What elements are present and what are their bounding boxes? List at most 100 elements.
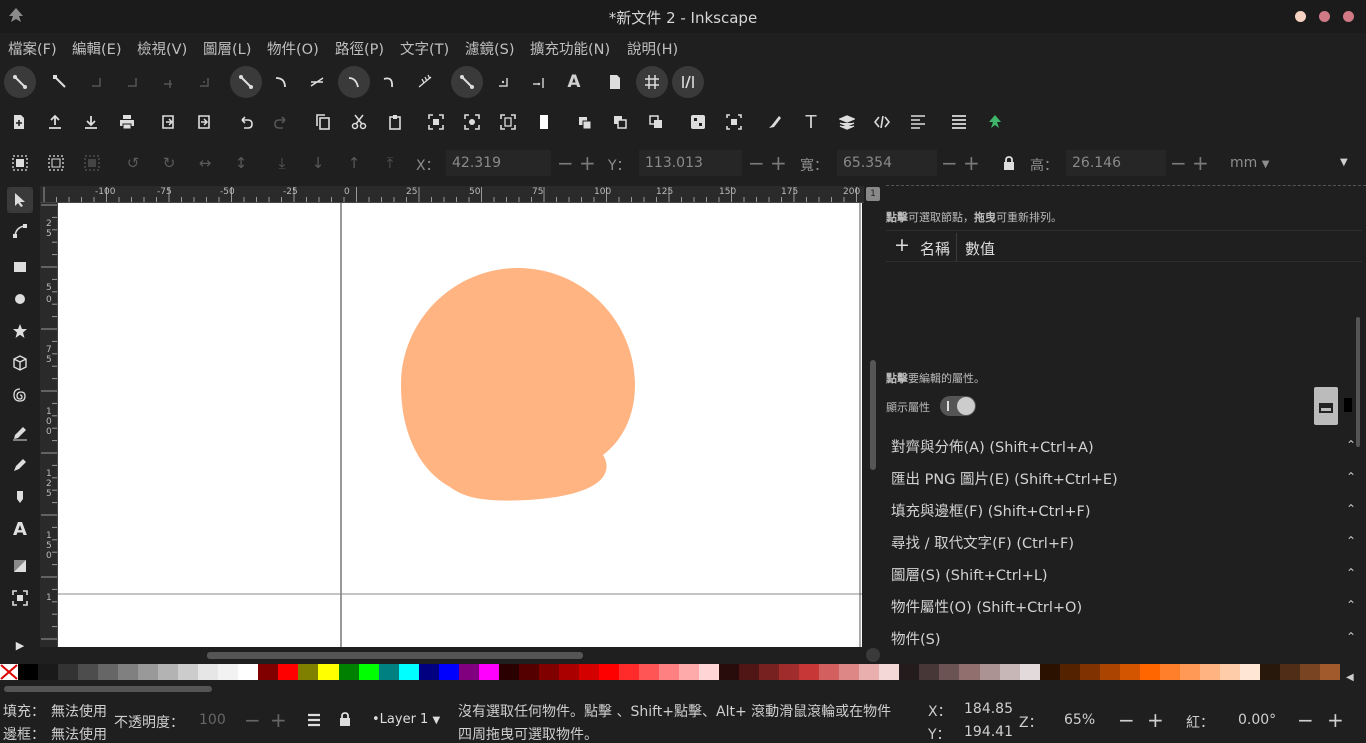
color-swatch[interactable] xyxy=(799,664,820,680)
snap-bbox-midpoint-icon[interactable] xyxy=(155,69,181,95)
snap-cusp-icon[interactable] xyxy=(338,66,370,98)
zoom-tool-icon[interactable] xyxy=(7,585,33,611)
color-swatch[interactable] xyxy=(478,664,499,680)
x-input[interactable] xyxy=(446,150,551,176)
paste-icon[interactable] xyxy=(382,109,408,135)
menu-edit[interactable]: 編輯(E) xyxy=(72,38,121,59)
color-swatch[interactable] xyxy=(358,664,379,680)
horizontal-scrollbar[interactable] xyxy=(207,652,583,659)
color-swatch[interactable] xyxy=(578,664,599,680)
color-swatch[interactable] xyxy=(1139,664,1160,680)
color-swatch[interactable] xyxy=(1159,664,1180,680)
palette-scrollbar[interactable] xyxy=(4,686,212,692)
menu-layer[interactable]: 圖層(L) xyxy=(203,38,251,59)
align-distribute-icon[interactable] xyxy=(905,109,931,135)
color-swatch[interactable] xyxy=(118,664,139,680)
chevron-up-icon[interactable]: ⌃ xyxy=(1346,438,1356,452)
y-increment-button[interactable]: + xyxy=(770,151,787,175)
lower-to-bottom-icon[interactable]: ⤓ xyxy=(269,150,295,176)
color-swatch[interactable] xyxy=(1079,664,1100,680)
dock-export-png[interactable]: 匯出 PNG 圖片(E) (Shift+Ctrl+E) xyxy=(891,468,1118,489)
snap-guide-icon[interactable] xyxy=(672,66,704,98)
color-swatch[interactable] xyxy=(1219,664,1240,680)
chevron-up-icon[interactable]: ⌃ xyxy=(1346,502,1356,516)
color-swatch[interactable] xyxy=(1099,664,1120,680)
new-document-icon[interactable] xyxy=(6,109,32,135)
drawing-canvas[interactable] xyxy=(58,203,862,647)
color-swatch[interactable] xyxy=(458,664,479,680)
snap-intersection-icon[interactable] xyxy=(304,69,330,95)
color-swatch[interactable] xyxy=(518,664,539,680)
palette-menu-icon[interactable]: ◀ xyxy=(1346,672,1354,683)
vertical-scrollbar[interactable] xyxy=(870,360,876,470)
snap-bbox-corner-icon[interactable] xyxy=(119,69,145,95)
snap-bbox-edge-icon[interactable] xyxy=(83,69,109,95)
layers-stack-icon[interactable] xyxy=(306,712,322,728)
height-decrement-button[interactable]: − xyxy=(1170,151,1187,175)
print-icon[interactable] xyxy=(114,109,140,135)
panel-layout-icon[interactable] xyxy=(1314,387,1338,425)
color-swatch[interactable] xyxy=(18,664,39,680)
group-icon[interactable] xyxy=(685,109,711,135)
toolbar-overflow-icon[interactable]: ▼ xyxy=(1340,157,1348,168)
unlink-clone-icon[interactable] xyxy=(643,109,669,135)
color-manage-icon[interactable] xyxy=(866,648,880,662)
panel-scrollbar[interactable] xyxy=(1356,317,1360,447)
y-decrement-button[interactable]: − xyxy=(748,151,765,175)
color-swatch[interactable] xyxy=(1300,664,1321,680)
flip-horizontal-icon[interactable]: ↔ xyxy=(192,150,218,176)
fill-stroke-icon[interactable] xyxy=(762,109,788,135)
color-swatch[interactable] xyxy=(138,664,159,680)
snap-bbox-center-icon[interactable] xyxy=(191,69,217,95)
chevron-up-icon[interactable]: ⌃ xyxy=(1346,470,1356,484)
color-swatch[interactable] xyxy=(378,664,399,680)
menu-object[interactable]: 物件(O) xyxy=(267,38,319,59)
snap-smooth-icon[interactable] xyxy=(376,69,402,95)
color-swatch[interactable] xyxy=(498,664,519,680)
color-swatch[interactable] xyxy=(839,664,860,680)
color-swatch[interactable] xyxy=(638,664,659,680)
color-swatch[interactable] xyxy=(318,664,339,680)
color-swatch[interactable] xyxy=(278,664,299,680)
rotate-increment-button[interactable]: + xyxy=(1327,708,1344,732)
zoom-page-width-icon[interactable] xyxy=(531,109,557,135)
opacity-increment-button[interactable]: + xyxy=(270,708,287,732)
menu-help[interactable]: 說明(H) xyxy=(627,38,678,59)
chevron-up-icon[interactable]: ⌃ xyxy=(1346,598,1356,612)
export-icon[interactable] xyxy=(191,109,217,135)
color-swatch[interactable] xyxy=(438,664,459,680)
snap-text-baseline-icon[interactable]: A xyxy=(561,69,587,95)
color-swatch[interactable] xyxy=(739,664,760,680)
height-increment-button[interactable]: + xyxy=(1192,151,1209,175)
duplicate-icon[interactable] xyxy=(572,109,598,135)
opacity-decrement-button[interactable]: − xyxy=(244,708,261,732)
column-name-header[interactable]: 名稱 xyxy=(920,238,950,259)
gradient-tool-icon[interactable] xyxy=(7,553,33,579)
color-swatch[interactable] xyxy=(258,664,279,680)
rotation-input[interactable]: 0.00° xyxy=(1238,712,1276,728)
color-swatch[interactable] xyxy=(999,664,1020,680)
x-decrement-button[interactable]: − xyxy=(557,151,574,175)
color-swatch[interactable] xyxy=(198,664,219,680)
node-tool-icon[interactable] xyxy=(7,218,33,244)
menu-extensions[interactable]: 擴充功能(N) xyxy=(530,38,610,59)
color-swatch[interactable] xyxy=(859,664,880,680)
color-swatch[interactable] xyxy=(759,664,780,680)
y-input[interactable] xyxy=(639,150,742,176)
layers-icon[interactable] xyxy=(834,109,860,135)
color-swatch[interactable] xyxy=(779,664,800,680)
unit-select[interactable]: mm ▼ xyxy=(1230,155,1269,171)
width-increment-button[interactable]: + xyxy=(963,151,980,175)
chevron-up-icon[interactable]: ⌃ xyxy=(1346,630,1356,644)
layer-lock-icon[interactable] xyxy=(338,711,352,727)
calligraphy-tool-icon[interactable] xyxy=(7,484,33,510)
fill-value[interactable]: 無法使用 xyxy=(51,701,107,721)
rotate-ccw-icon[interactable]: ↺ xyxy=(120,150,146,176)
layer-select[interactable]: •Layer 1 ▼ xyxy=(372,712,440,727)
color-swatch[interactable] xyxy=(879,664,900,680)
color-swatch[interactable] xyxy=(699,664,720,680)
text-font-icon[interactable]: T xyxy=(798,109,824,135)
snap-line-midpoint-icon[interactable] xyxy=(412,69,438,95)
copy-icon[interactable] xyxy=(310,109,336,135)
color-swatch[interactable] xyxy=(218,664,239,680)
